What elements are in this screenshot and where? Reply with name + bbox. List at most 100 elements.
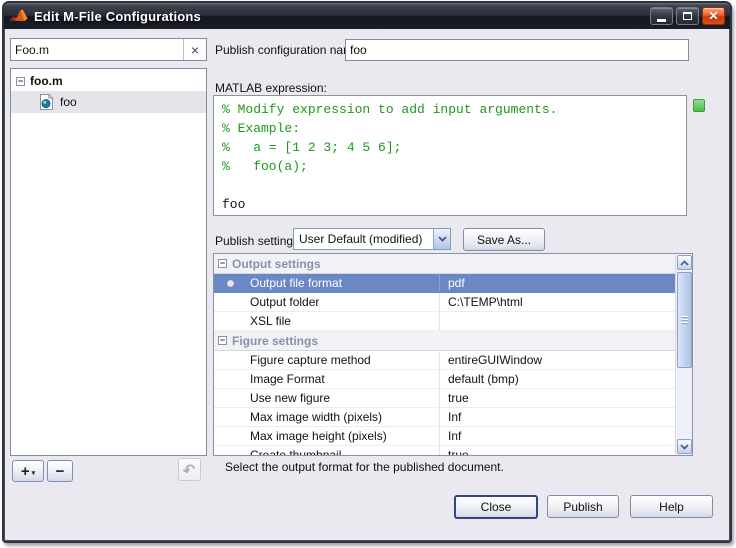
property-group-header[interactable]: −Figure settings	[214, 331, 675, 351]
property-name: Output folder	[250, 295, 319, 309]
property-name: Use new figure	[250, 391, 330, 405]
matlab-logo-icon	[9, 9, 28, 24]
property-value[interactable]: Inf	[440, 429, 675, 443]
group-name: Figure settings	[232, 334, 318, 348]
publish-settings-label: Publish settings:	[215, 234, 302, 248]
clear-x-icon: ×	[191, 42, 199, 58]
scroll-down-button[interactable]	[677, 439, 692, 454]
property-row[interactable]: Output file format pdf	[214, 274, 675, 293]
property-name: Output file format	[250, 276, 342, 290]
undo-button[interactable]: ↶	[178, 458, 201, 481]
scrollbar-thumb[interactable]	[677, 272, 692, 368]
dropdown-arrow-button[interactable]	[433, 229, 450, 249]
scroll-up-button[interactable]	[677, 255, 692, 270]
group-name: Output settings	[232, 257, 321, 271]
chevron-down-icon	[438, 236, 447, 242]
property-name: Max image height (pixels)	[250, 429, 387, 443]
dropdown-arrow-icon: ▾	[32, 469, 36, 477]
property-value[interactable]: true	[440, 448, 675, 455]
publish-settings-table: −Output settingsOutput file formatpdfOut…	[213, 253, 693, 456]
property-name-cell: Max image width (pixels)	[214, 408, 440, 426]
publish-config-document-icon	[39, 94, 54, 110]
close-icon: ✕	[708, 9, 718, 23]
property-row[interactable]: Image Format default (bmp)	[214, 370, 675, 389]
matlab-expression-editor[interactable]: % Modify expression to add input argumen…	[213, 95, 687, 216]
dialog-window: Edit M-File Configurations ✕ × − foo.m	[2, 1, 732, 543]
code-line: % foo(a);	[222, 159, 678, 178]
collapse-icon[interactable]: −	[218, 336, 227, 345]
chevron-down-icon	[680, 444, 689, 450]
tree-item-label: foo	[60, 95, 77, 109]
property-row[interactable]: Max image height (pixels) Inf	[214, 427, 675, 446]
close-button[interactable]: Close	[454, 495, 538, 519]
property-name: Figure capture method	[250, 353, 371, 367]
tree-root-label: foo.m	[30, 74, 63, 88]
add-configuration-button[interactable]: +▾	[12, 460, 44, 482]
dialog-content: × − foo.m foo +▾ − ↶	[4, 29, 730, 541]
title-bar[interactable]: Edit M-File Configurations ✕	[4, 3, 730, 29]
thumb-grip	[681, 317, 688, 318]
configuration-search-box: ×	[10, 38, 207, 61]
property-row[interactable]: Create thumbnail true	[214, 446, 675, 455]
property-name: Image Format	[250, 372, 325, 386]
property-row[interactable]: Figure capture method entireGUIWindow	[214, 351, 675, 370]
chevron-up-icon	[680, 260, 689, 266]
vertical-scrollbar[interactable]	[675, 254, 692, 455]
tree-root-foo-m[interactable]: − foo.m	[11, 69, 206, 91]
property-value[interactable]: true	[440, 391, 675, 405]
code-line: % a = [1 2 3; 4 5 6];	[222, 140, 678, 159]
property-name: Max image width (pixels)	[250, 410, 382, 424]
property-name-cell: Create thumbnail	[214, 446, 440, 455]
configuration-tree: − foo.m foo	[10, 68, 207, 456]
publish-settings-dropdown[interactable]: User Default (modified)	[293, 228, 451, 250]
property-value[interactable]: C:\TEMP\html	[440, 295, 675, 309]
remove-configuration-button[interactable]: −	[47, 460, 73, 482]
property-name: Create thumbnail	[250, 448, 341, 455]
publish-button[interactable]: Publish	[547, 495, 619, 518]
collapse-icon[interactable]: −	[16, 77, 25, 86]
property-value[interactable]: entireGUIWindow	[440, 353, 675, 367]
property-value[interactable]: default (bmp)	[440, 372, 675, 386]
code-line: foo	[222, 197, 678, 216]
search-input[interactable]	[11, 39, 183, 60]
configuration-name-label: Publish configuration name:	[215, 43, 363, 57]
property-value[interactable]: pdf	[440, 276, 675, 290]
property-row[interactable]: Output folder C:\TEMP\html	[214, 293, 675, 312]
maximize-icon	[683, 12, 692, 20]
property-name-cell: Output file format	[214, 274, 440, 292]
property-name-cell: Max image height (pixels)	[214, 427, 440, 445]
property-group-header[interactable]: −Output settings	[214, 254, 675, 274]
collapse-icon[interactable]: −	[218, 259, 227, 268]
property-value[interactable]: Inf	[440, 410, 675, 424]
minus-icon: −	[56, 463, 65, 480]
minimize-icon	[657, 19, 666, 22]
selected-row-bullet-icon	[227, 280, 234, 287]
plus-icon: +	[21, 463, 30, 480]
property-name-cell: Output folder	[214, 293, 440, 311]
save-as-button[interactable]: Save As...	[463, 228, 545, 251]
property-name-cell: Use new figure	[214, 389, 440, 407]
code-analyzer-indicator-icon	[693, 99, 705, 112]
dropdown-selected-value: User Default (modified)	[294, 229, 433, 249]
window-title: Edit M-File Configurations	[34, 9, 201, 24]
property-name-cell: Figure capture method	[214, 351, 440, 369]
property-name-cell: Image Format	[214, 370, 440, 388]
property-name-cell: XSL file	[214, 312, 440, 330]
property-name: XSL file	[250, 314, 291, 328]
close-window-button[interactable]: ✕	[702, 7, 725, 25]
configuration-name-input[interactable]	[345, 39, 689, 61]
undo-arrow-icon: ↶	[181, 459, 198, 480]
maximize-button[interactable]	[676, 7, 699, 25]
property-row[interactable]: XSL file	[214, 312, 675, 331]
code-line: % Modify expression to add input argumen…	[222, 102, 678, 121]
property-row[interactable]: Use new figure true	[214, 389, 675, 408]
tree-item-foo[interactable]: foo	[11, 91, 206, 113]
matlab-expression-label: MATLAB expression:	[215, 81, 327, 95]
clear-search-button[interactable]: ×	[183, 39, 206, 60]
minimize-button[interactable]	[650, 7, 673, 25]
property-row[interactable]: Max image width (pixels) Inf	[214, 408, 675, 427]
help-button[interactable]: Help	[630, 495, 713, 518]
code-line: % Example:	[222, 121, 678, 140]
property-rows: −Output settingsOutput file formatpdfOut…	[214, 254, 675, 455]
code-line	[222, 178, 678, 197]
